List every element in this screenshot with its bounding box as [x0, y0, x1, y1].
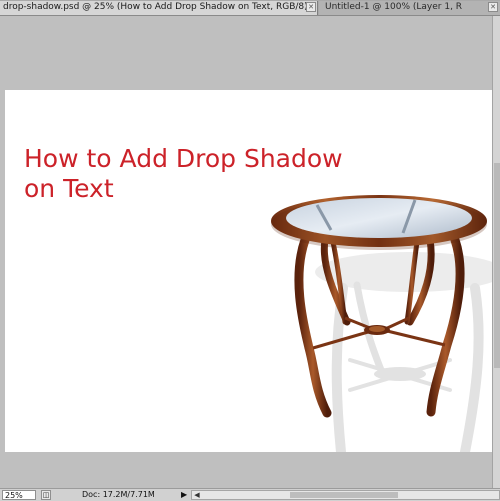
- document-canvas[interactable]: How to Add Drop Shadow on Text: [5, 90, 492, 452]
- close-icon[interactable]: ✕: [306, 2, 316, 12]
- document-workspace: How to Add Drop Shadow on Text: [0, 16, 492, 488]
- zoom-level-field[interactable]: 25%: [2, 490, 36, 500]
- horizontal-scrollbar[interactable]: ◀: [191, 490, 500, 500]
- vertical-scrollbar[interactable]: [492, 16, 500, 488]
- scroll-left-icon[interactable]: ◀: [192, 491, 202, 499]
- close-icon[interactable]: ✕: [488, 2, 498, 12]
- tab-untitled-1[interactable]: Untitled-1 @ 100% (Layer 1, R: [319, 1, 500, 15]
- document-size-info: Doc: 17.2M/7.71M: [82, 490, 155, 499]
- status-menu-arrow-icon[interactable]: ▶: [181, 490, 189, 500]
- horizontal-scroll-thumb[interactable]: [290, 492, 398, 498]
- headline-text: How to Add Drop Shadow on Text: [24, 144, 404, 204]
- headline-line-2: on Text: [24, 174, 114, 203]
- tab-label: Untitled-1 @ 100% (Layer 1, R: [325, 2, 463, 12]
- document-tab-bar: drop-shadow.psd @ 25% (How to Add Drop S…: [0, 0, 500, 16]
- vertical-scroll-thumb[interactable]: [494, 163, 500, 368]
- status-bar: 25% ◫ Doc: 17.2M/7.71M ▶ ◀: [0, 488, 500, 501]
- status-menu-icon[interactable]: ◫: [41, 490, 51, 500]
- tab-label: drop-shadow.psd @ 25% (How to Add Drop S…: [3, 2, 316, 12]
- headline-line-1: How to Add Drop Shadow: [24, 144, 343, 173]
- tab-drop-shadow-psd[interactable]: drop-shadow.psd @ 25% (How to Add Drop S…: [0, 1, 318, 15]
